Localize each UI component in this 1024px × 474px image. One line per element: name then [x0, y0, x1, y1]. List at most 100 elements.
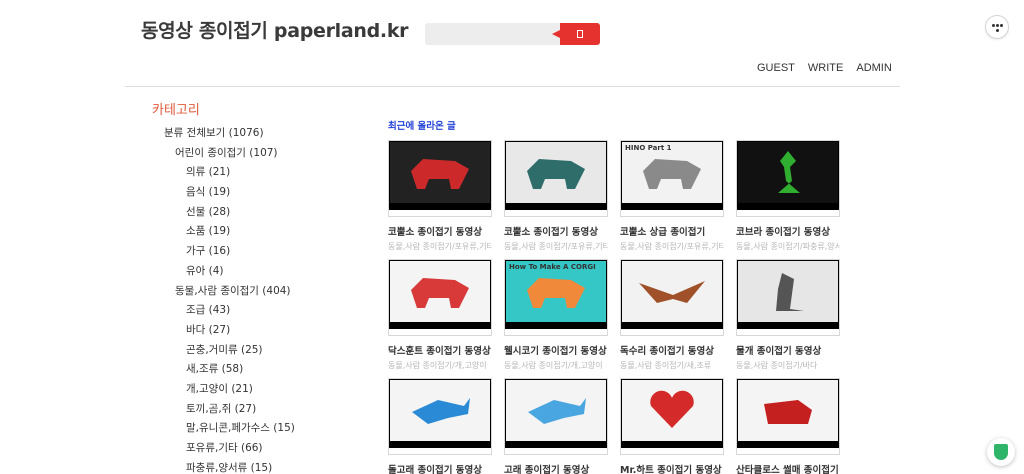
post-card[interactable]: 돌고래 종이접기 동영상동물,사람 종이접기/바다 [388, 378, 492, 474]
post-card[interactable]: 닥스훈트 종이접기 동영상동물,사람 종이접기/개,고양이 [388, 259, 492, 371]
post-thumbnail[interactable] [736, 259, 840, 336]
post-thumbnail[interactable] [388, 378, 492, 455]
post-title[interactable]: Mr.하트 종이접기 동영상 [620, 462, 724, 474]
post-title[interactable]: 웰시코기 종이접기 동영상 [504, 343, 608, 357]
post-title[interactable]: 산타클로스 썰매 종이접기 [736, 462, 840, 474]
post-category: 동물,사람 종이접기/포유류,기타 [620, 242, 724, 251]
thumbnail-bottom-bar [621, 448, 723, 454]
menu-button[interactable] [985, 15, 1009, 39]
category-item[interactable]: 토끼,곰,쥐 (27) [0, 400, 340, 420]
post-title[interactable]: 물개 종이접기 동영상 [736, 343, 840, 357]
category-item[interactable]: 유아 (4) [0, 262, 340, 282]
post-category: 동물,사람 종이접기/파충류,양서류 [736, 242, 840, 251]
post-thumbnail[interactable] [504, 378, 608, 455]
category-item[interactable]: 파충류,양서류 (15) [0, 459, 340, 474]
post-title[interactable]: 코뿔소 상급 종이접기 [620, 224, 724, 238]
post-thumbnail[interactable] [620, 259, 724, 336]
thumbnail-image [506, 380, 606, 441]
post-thumbnail[interactable] [504, 140, 608, 217]
menu-dot [996, 29, 999, 32]
category-item[interactable]: 가구 (16) [0, 242, 340, 262]
thumbnail-overlay-text: HINO Part 1 [625, 144, 672, 152]
category-item[interactable]: 조급 (43) [0, 301, 340, 321]
post-thumbnail[interactable] [620, 378, 724, 455]
post-title[interactable]: 코뿔소 종이접기 동영상 [504, 224, 608, 238]
category-item[interactable]: 포유류,기타 (66) [0, 439, 340, 459]
thumbnail-image [390, 142, 490, 203]
category-title: 카테고리 [152, 103, 200, 118]
post-title[interactable]: 돌고래 종이접기 동영상 [388, 462, 492, 474]
rhino-origami-figure [637, 153, 707, 195]
post-card[interactable]: 코뿔소 종이접기 동영상 동물,사람 종이접기/포유류,기타 [504, 140, 608, 252]
post-card[interactable]: Mr.하트 종이접기 동영상어린이 종이접기/선물 [620, 378, 724, 474]
post-card[interactable]: 물개 종이접기 동영상 동물,사람 종이접기/바다 [736, 259, 840, 371]
post-title[interactable]: 독수리 종이접기 동영상 [620, 343, 724, 357]
post-title[interactable]: 코브라 종이접기 동영상 [736, 224, 840, 238]
category-item[interactable]: 개,고양이 (21) [0, 380, 340, 400]
post-card[interactable]: 산타클로스 썰매 종이접기어린이 종이접기/선물 [736, 378, 840, 474]
post-category: 동물,사람 종이접기/새,조류 [620, 361, 712, 370]
category-item[interactable]: 의류 (21) [0, 163, 340, 183]
category-item[interactable]: 동물,사람 종이접기 (404) [0, 282, 340, 302]
dog-origami-figure [405, 272, 475, 314]
post-thumbnail[interactable] [388, 140, 492, 217]
seal-origami-figure [768, 269, 808, 317]
post-card[interactable]: 코뿔소 종이접기 동영상 동물,사람 종이접기/포유류,기타 [388, 140, 492, 252]
category-item[interactable]: 곤충,거미류 (25) [0, 341, 340, 361]
header-divider [125, 86, 900, 87]
post-thumbnail[interactable]: How To Make A CORGI [504, 259, 608, 336]
thumbnail-bottom-bar [737, 210, 839, 216]
category-item[interactable]: 선물 (28) [0, 203, 340, 223]
post-thumbnail[interactable] [736, 378, 840, 455]
post-thumbnail[interactable]: HINO Part 1 [620, 140, 724, 217]
dog-origami-figure [521, 272, 591, 314]
category-item[interactable]: 소품 (19) [0, 222, 340, 242]
post-card[interactable]: How To Make A CORGI 웰시코기 종이접기 동영상동물,사람 종이… [504, 259, 608, 371]
security-badge[interactable] [987, 438, 1015, 466]
category-item[interactable]: 말,유니콘,페가수스 (15) [0, 419, 340, 439]
search-button[interactable] [552, 23, 600, 45]
category-item[interactable]: 바다 (27) [0, 321, 340, 341]
shield-icon [994, 444, 1008, 460]
post-category: 동물,사람 종이접기/개,고양이 [388, 361, 487, 370]
thumbnail-bottom-bar [621, 210, 723, 216]
nav-write[interactable]: WRITE [808, 62, 843, 74]
thumbnail-image [506, 142, 606, 203]
cobra-origami-figure [768, 147, 808, 201]
thumbnail-image [622, 261, 722, 322]
post-title[interactable]: 고래 종이접기 동영상 [504, 462, 608, 474]
thumbnail-bottom-bar [737, 329, 839, 335]
thumbnail-bottom-bar [737, 448, 839, 454]
thumbnail-image: How To Make A CORGI [506, 261, 606, 322]
dolphin-origami-figure [408, 392, 472, 432]
post-title[interactable]: 코뿔소 종이접기 동영상 [388, 224, 492, 238]
post-card[interactable]: 독수리 종이접기 동영상동물,사람 종이접기/새,조류 [620, 259, 724, 371]
nav-admin[interactable]: ADMIN [856, 62, 891, 74]
thumbnail-bottom-bar [389, 448, 491, 454]
thumbnail-image: HINO Part 1 [622, 142, 722, 203]
post-card[interactable]: 코브라 종이접기 동영상동물,사람 종이접기/파충류,양서류 [736, 140, 840, 252]
eagle-origami-figure [637, 273, 707, 313]
thumbnail-image [738, 261, 838, 322]
post-card[interactable]: HINO Part 1 코뿔소 상급 종이접기동물,사람 종이접기/포유류,기타 [620, 140, 724, 252]
site-title[interactable]: 동영상 종이접기 paperland.kr [141, 16, 409, 43]
category-list: 분류 전체보기 (1076) 어린이 종이접기 (107) 의류 (21) 음식 (1… [0, 124, 340, 474]
post-card[interactable]: 고래 종이접기 동영상동물,사람 종이접기/바다 [504, 378, 608, 474]
category-item[interactable]: 분류 전체보기 (1076) [0, 124, 340, 144]
heart-origami-figure [647, 390, 697, 434]
category-item[interactable]: 새,조류 (58) [0, 360, 340, 380]
rhino-origami-figure [405, 153, 475, 195]
thumbnail-image [622, 380, 722, 441]
thumbnail-image [390, 261, 490, 322]
post-category: 동물,사람 종이접기/개,고양이 [504, 361, 603, 370]
menu-dots-icon [992, 24, 995, 27]
post-thumbnail[interactable] [736, 140, 840, 217]
category-item[interactable]: 어린이 종이접기 (107) [0, 144, 340, 164]
post-thumbnail[interactable] [388, 259, 492, 336]
nav-guest[interactable]: GUEST [757, 62, 795, 74]
category-item[interactable]: 음식 (19) [0, 183, 340, 203]
post-title[interactable]: 닥스훈트 종이접기 동영상 [388, 343, 492, 357]
thumbnail-bottom-bar [389, 329, 491, 335]
top-nav: GUEST WRITE ADMIN [757, 62, 892, 74]
search-icon [577, 30, 583, 38]
